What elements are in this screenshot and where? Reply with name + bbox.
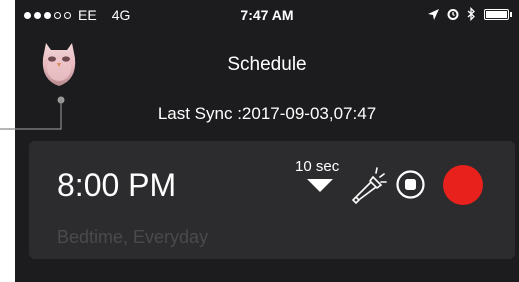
last-sync-label: Last Sync :2017-09-03,07:47 (157, 104, 377, 123)
record-icon[interactable] (443, 165, 483, 205)
status-bar: EE 4G 7:47 AM (15, 0, 519, 30)
battery-tip (510, 11, 512, 17)
status-icons (428, 7, 512, 21)
schedule-card[interactable]: 8:00 PM Bedtime, Everyday 10 sec (29, 141, 515, 259)
alarm-icon (447, 9, 459, 20)
battery-level (486, 10, 507, 18)
battery-icon (484, 8, 512, 20)
stop-icon[interactable] (395, 169, 426, 200)
page-title: Schedule (227, 54, 307, 75)
location-arrow-icon (428, 8, 439, 20)
bluetooth-icon (467, 7, 475, 21)
flashlight-icon[interactable] (349, 165, 387, 205)
schedule-time: 8:00 PM (57, 167, 177, 203)
duration-label[interactable]: 10 sec (295, 158, 339, 175)
phone-screen: EE 4G 7:47 AM Schedule Last Sync:2017-0… (15, 0, 519, 282)
schedule-description: Bedtime, Everyday (57, 227, 209, 247)
chevron-down-icon[interactable] (307, 179, 333, 192)
